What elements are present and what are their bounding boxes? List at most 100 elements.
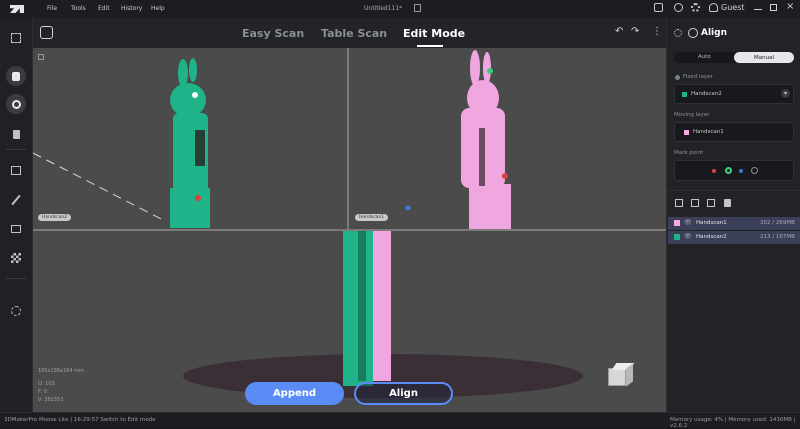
stat-v: V: 381553: [38, 397, 64, 403]
window-title: Untitled111*: [364, 5, 403, 12]
layer-name: Handscan2: [696, 234, 727, 240]
tab-auto[interactable]: Auto: [698, 54, 711, 60]
settings-icon[interactable]: [691, 3, 700, 12]
mesh-icon[interactable]: [6, 248, 26, 268]
layer-visibility-icon[interactable]: 👁: [684, 233, 692, 240]
mark-point-red-side: [502, 173, 508, 179]
layer-swatch: [674, 220, 680, 226]
fixed-layer-dot: [675, 75, 680, 80]
front-view-scan[interactable]: [33, 48, 347, 229]
layer-size: 302 / 269MB: [760, 220, 795, 226]
pink-scan-figure: [461, 50, 511, 229]
fixed-layer-swatch: [682, 92, 687, 97]
minimize-icon[interactable]: [754, 9, 762, 10]
app-logo-icon: [10, 5, 24, 13]
layer-name: Handscan1: [696, 220, 727, 226]
mark-red-dot[interactable]: [712, 169, 716, 173]
crop-icon[interactable]: [6, 219, 26, 239]
active-tab-underline: [417, 45, 443, 47]
tab-manual[interactable]: Manual: [734, 52, 794, 63]
save-icon[interactable]: [414, 4, 421, 12]
layer-row[interactable]: 👁 Handscan2 213 / 167MB: [668, 231, 800, 244]
fixed-layer-label: Fixed layer: [683, 74, 713, 80]
import-icon[interactable]: [675, 199, 683, 207]
mark-green-dot[interactable]: [725, 167, 732, 174]
panel-settings-icon[interactable]: [674, 29, 682, 37]
tab-table-scan[interactable]: Table Scan: [321, 27, 387, 40]
user-icon[interactable]: [709, 3, 718, 12]
maximize-icon[interactable]: [770, 4, 777, 11]
view-mode-icon[interactable]: [40, 26, 53, 39]
append-button[interactable]: Append: [245, 382, 344, 405]
tab-edit-mode[interactable]: Edit Mode: [403, 27, 465, 40]
delete-icon[interactable]: [6, 124, 26, 144]
mark-point-white: [192, 92, 198, 98]
toolbar-divider: [6, 149, 26, 150]
status-left: 3DMakerPro Moose Lite | 16:29:57 Switch …: [4, 417, 156, 423]
close-icon[interactable]: ×: [786, 1, 794, 12]
fixed-layer-select[interactable]: Handscan2 ▾: [674, 84, 794, 104]
align-icon: [688, 28, 698, 38]
pen-icon[interactable]: [6, 190, 26, 210]
side-layer-tag[interactable]: Handscan1: [355, 214, 389, 221]
brush-select-icon[interactable]: [6, 66, 26, 86]
tab-manual-label: Manual: [754, 54, 774, 61]
user-name[interactable]: Guest: [721, 3, 745, 12]
moving-layer-select[interactable]: Handscan1: [674, 122, 794, 142]
layer-visibility-icon[interactable]: 👁: [684, 219, 692, 226]
mark-blue-dot[interactable]: [739, 169, 743, 173]
tab-easy-scan[interactable]: Easy Scan: [242, 27, 304, 40]
stat-o: O: 103: [38, 381, 55, 387]
menu-file[interactable]: File: [47, 5, 57, 12]
viewport-corner-icon: [38, 54, 44, 60]
align-mode-toggle: Auto Manual: [674, 52, 794, 63]
layer-row[interactable]: 👁 Handscan1 302 / 269MB: [668, 217, 800, 230]
align-label: Align: [389, 388, 418, 399]
duplicate-icon[interactable]: [707, 199, 715, 207]
mode-bar: Easy Scan Table Scan Edit Mode ↶ ↷ ⋮: [33, 18, 666, 48]
status-bar: 3DMakerPro Moose Lite | 16:29:57 Switch …: [0, 412, 800, 429]
redo-icon[interactable]: ↷: [631, 26, 639, 37]
moving-layer-value: Handscan1: [693, 129, 724, 135]
mark-point-box: [674, 160, 794, 181]
status-right: Memory usage: 4% | Memory used: 1430MB |…: [670, 417, 796, 429]
mark-point-red: [195, 195, 201, 201]
combined-scan-figure: [343, 231, 391, 386]
left-toolbar: [0, 18, 33, 412]
add-mark-icon[interactable]: [751, 167, 758, 174]
viewport-area[interactable]: Handscan2 Handscan1 185x136x164 mm O: 10…: [33, 48, 666, 412]
layers-icon[interactable]: [6, 160, 26, 180]
front-layer-tag[interactable]: Handscan2: [38, 214, 72, 221]
trash-icon[interactable]: [724, 199, 731, 207]
menu-edit[interactable]: Edit: [98, 5, 110, 12]
fixed-layer-value: Handscan2: [691, 91, 722, 97]
append-label: Append: [272, 388, 317, 399]
menu-tools[interactable]: Tools: [71, 5, 86, 12]
share-icon[interactable]: [654, 3, 663, 12]
view-cube[interactable]: [604, 360, 635, 390]
model-dimensions: 185x136x164 mm: [38, 368, 84, 374]
side-view-scan[interactable]: [349, 48, 666, 229]
export-icon[interactable]: [691, 199, 699, 207]
chevron-down-icon[interactable]: ▾: [781, 89, 790, 98]
mark-point-label: Mark point: [674, 150, 704, 156]
lasso-select-icon[interactable]: [6, 94, 26, 114]
stat-f: F: 0: [38, 389, 47, 395]
moving-layer-swatch: [684, 130, 689, 135]
align-button[interactable]: Align: [354, 382, 453, 405]
merge-icon[interactable]: [6, 301, 26, 321]
more-icon[interactable]: ⋮: [652, 26, 662, 37]
undo-icon[interactable]: ↶: [615, 26, 623, 37]
menu-help[interactable]: Help: [151, 5, 165, 12]
sync-icon[interactable]: [674, 3, 683, 12]
frame-select-icon[interactable]: [6, 28, 26, 48]
panel-divider: [667, 190, 800, 191]
axis-guide-line: [33, 152, 164, 221]
align-panel: Align Auto Manual Fixed layer Handscan2 …: [666, 18, 800, 412]
mark-point-blue: [405, 205, 411, 211]
moving-layer-label: Moving layer: [674, 112, 710, 118]
perspective-view-scan[interactable]: [33, 231, 666, 412]
menu-history[interactable]: History: [121, 5, 142, 12]
layer-size: 213 / 167MB: [760, 234, 795, 240]
title-bar: File Tools Edit History Help Untitled111…: [0, 0, 800, 18]
